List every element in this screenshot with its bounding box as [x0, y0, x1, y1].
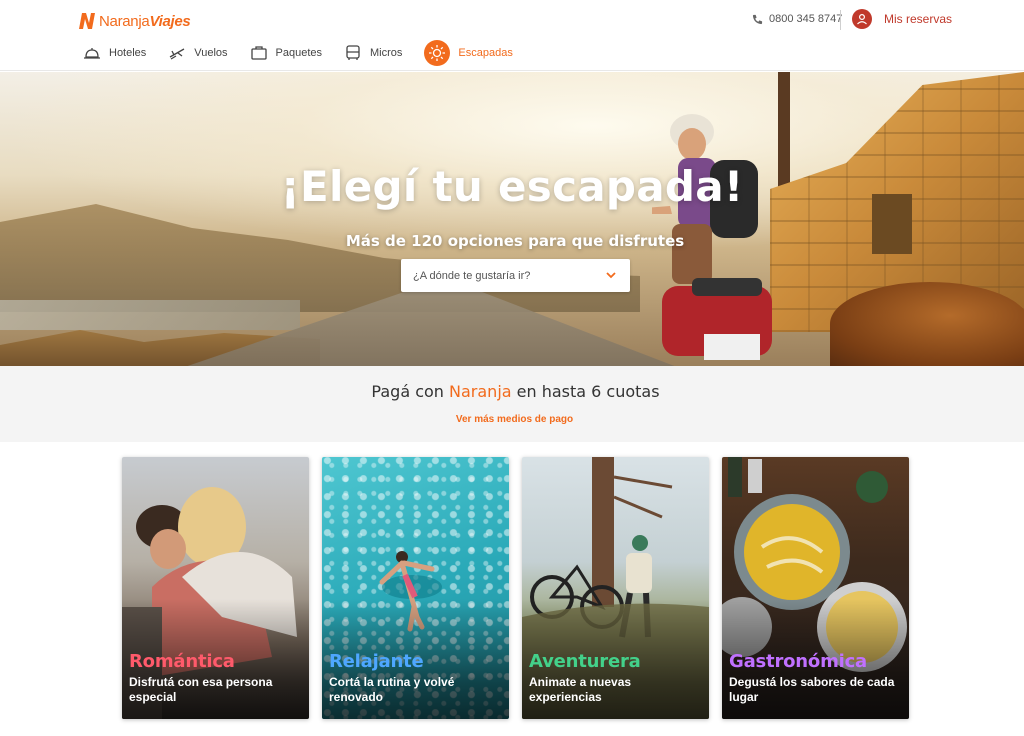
- destination-select-placeholder: ¿A dónde te gustaría ir?: [413, 269, 531, 282]
- logo-text-viajes: Viajes: [149, 12, 191, 30]
- nav-escapadas-label: Escapadas: [458, 47, 513, 59]
- nav-paquetes[interactable]: Paquetes: [250, 40, 322, 66]
- card-aventurera-title: Aventurera: [529, 651, 641, 672]
- hero-bush: [830, 282, 1024, 366]
- site-header: NaranjaViajes 0800 345 8747 Mis reservas…: [0, 0, 1024, 71]
- hero-sea: [0, 300, 300, 330]
- escapadas-cards: Romántica Disfrutá con esa persona espec…: [122, 457, 910, 719]
- hotel-bell-icon: [84, 48, 100, 59]
- nav-vuelos-label: Vuelos: [194, 47, 228, 59]
- hero-scooter-rider-image: [652, 114, 772, 360]
- mis-reservas-link[interactable]: Mis reservas: [852, 9, 952, 29]
- nav-vuelos[interactable]: Vuelos: [168, 40, 228, 66]
- payment-suffix: en hasta 6 cuotas: [511, 382, 660, 401]
- bus-icon: [346, 45, 360, 60]
- payment-prefix: Pagá con: [371, 382, 450, 401]
- sun-icon: [424, 40, 451, 66]
- hero-subtitle: Más de 120 opciones para que disfrutes: [345, 232, 685, 250]
- payment-brand: Naranja: [449, 382, 512, 401]
- card-aventurera[interactable]: Aventurera Animate a nuevas experiencias: [522, 457, 709, 719]
- destination-select[interactable]: ¿A dónde te gustaría ir?: [401, 259, 630, 292]
- card-gastronomica-desc: Degustá los sabores de cada lugar: [729, 675, 895, 704]
- card-gastronomica[interactable]: Gastronómica Degustá los sabores de cada…: [722, 457, 909, 719]
- naranja-logo-icon: [79, 13, 95, 29]
- suitcase-icon: [250, 46, 267, 60]
- card-romantica-title: Romántica: [129, 651, 235, 672]
- card-relajante-desc: Cortá la rutina y volvé renovado: [329, 675, 455, 704]
- phone-number-text: 0800 345 8747: [769, 13, 843, 25]
- logo-text-naranja: Naranja: [99, 12, 150, 30]
- card-gastronomica-title: Gastronómica: [729, 651, 868, 672]
- header-divider: [840, 10, 841, 30]
- card-aventurera-desc: Animate a nuevas experiencias: [529, 675, 632, 704]
- chevron-down-icon: [606, 272, 616, 279]
- user-avatar-icon: [852, 9, 872, 29]
- card-relajante-title: Relajante: [329, 651, 424, 672]
- nav-micros-label: Micros: [370, 47, 403, 59]
- payment-band: Pagá con Naranja en hasta 6 cuotas Ver m…: [0, 366, 1024, 442]
- nav-paquetes-label: Paquetes: [275, 47, 323, 59]
- naranja-viajes-logo[interactable]: NaranjaViajes: [78, 9, 191, 33]
- nav-hoteles[interactable]: Hoteles: [83, 40, 146, 66]
- card-relajante[interactable]: Relajante Cortá la rutina y volvé renova…: [322, 457, 509, 719]
- payment-methods-link[interactable]: Ver más medios de pago: [0, 414, 1024, 425]
- main-nav: Hoteles Vuelos Paquetes Micros Escapadas: [83, 40, 535, 66]
- plane-icon: [169, 48, 185, 60]
- nav-hoteles-label: Hoteles: [109, 47, 147, 59]
- card-romantica[interactable]: Romántica Disfrutá con esa persona espec…: [122, 457, 309, 719]
- payment-title: Pagá con Naranja en hasta 6 cuotas: [0, 382, 1024, 401]
- phone-icon: [752, 14, 763, 24]
- phone-number[interactable]: 0800 345 8747: [752, 13, 842, 25]
- logo-text: NaranjaViajes: [99, 12, 191, 30]
- card-romantica-desc: Disfrutá con esa persona especial: [129, 675, 273, 704]
- mis-reservas-label: Mis reservas: [884, 12, 953, 26]
- nav-escapadas[interactable]: Escapadas: [424, 40, 513, 66]
- hero-title: ¡Elegí tu escapada!: [280, 162, 744, 211]
- nav-micros[interactable]: Micros: [344, 40, 402, 66]
- hero-banner: ¡Elegí tu escapada! Más de 120 opciones …: [0, 72, 1024, 366]
